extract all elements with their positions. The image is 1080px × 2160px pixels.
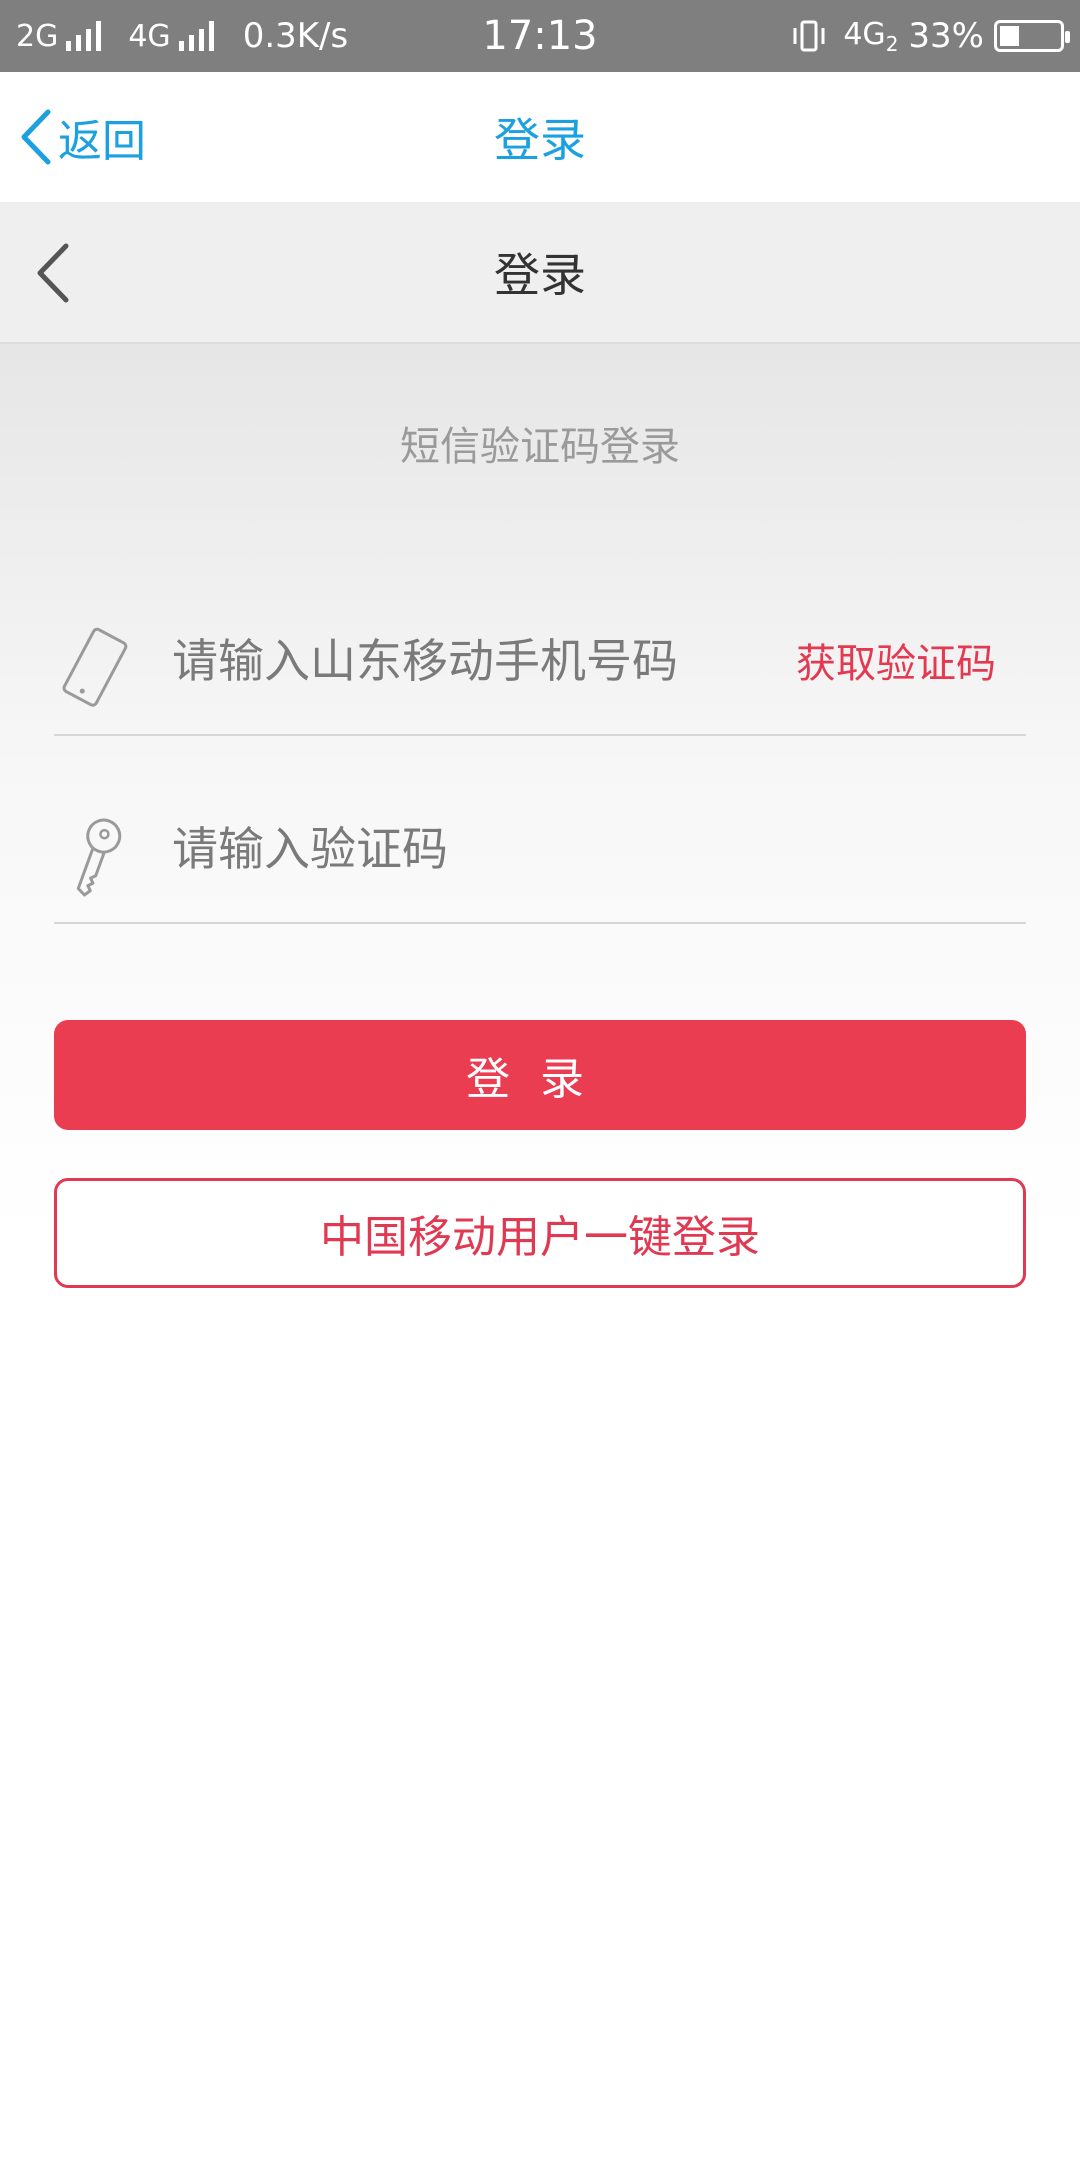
back-button-label: 返回 — [58, 116, 146, 167]
get-code-button[interactable]: 获取验证码 — [796, 620, 996, 700]
one-key-login-button[interactable]: 中国移动用户一键登录 — [54, 1178, 1026, 1288]
chevron-left-icon — [21, 109, 51, 165]
phone-field-row: 获取验证码 — [54, 584, 1026, 736]
verification-code-input[interactable] — [170, 808, 994, 890]
key-icon — [54, 812, 134, 902]
login-content: 短信验证码登录 获取验证码 登录 中国移动用户一键登录 — [0, 344, 1080, 2160]
battery-fill — [1000, 26, 1019, 46]
code-field-row — [54, 772, 1026, 924]
login-header: 登录 — [0, 202, 1080, 344]
login-method-label: 短信验证码登录 — [400, 424, 680, 470]
network-4g-sim-number: 2 — [885, 31, 899, 56]
top-nav-bar: 返回 登录 — [0, 72, 1080, 202]
login-button[interactable]: 登录 — [54, 1020, 1026, 1130]
login-header-title: 登录 — [494, 248, 586, 302]
phone-input[interactable] — [170, 620, 774, 702]
back-button[interactable]: 返回 — [18, 72, 146, 202]
vibrate-icon — [789, 16, 829, 56]
page-title: 登录 — [494, 113, 586, 167]
network-4g-indicator-label: 4G — [843, 16, 886, 52]
battery-icon — [994, 20, 1070, 52]
status-bar: 2G 4G 0.3K/s 17:13 4G2 33% — [0, 0, 1080, 72]
network-4g-indicator: 4G2 — [843, 17, 898, 56]
status-right: 4G2 33% — [789, 0, 1070, 72]
phone-icon — [54, 624, 134, 714]
battery-percent: 33% — [908, 16, 984, 56]
